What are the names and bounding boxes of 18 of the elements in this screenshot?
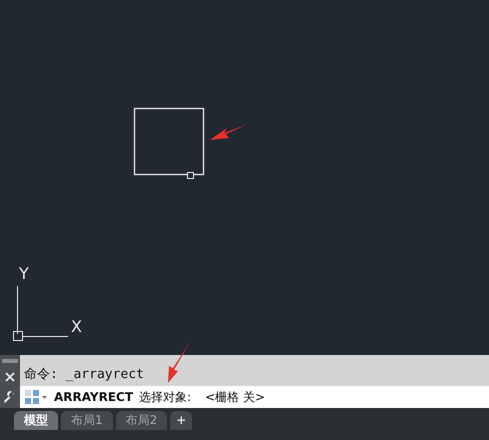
- wrench-icon[interactable]: [3, 391, 17, 405]
- command-history: 命令: _arrayrect: [24, 366, 144, 383]
- layout-tab[interactable]: 模型: [14, 411, 58, 430]
- y-axis-label: Y: [19, 266, 29, 282]
- x-axis-label: X: [71, 319, 82, 335]
- layout-tab[interactable]: 布局2: [116, 411, 168, 430]
- arrow-icon: [210, 124, 248, 140]
- array-icon[interactable]: [24, 389, 48, 405]
- command-input[interactable]: ARRAYRECT 选择对象: <栅格 关>: [20, 386, 489, 408]
- command-prompt: 选择对象:: [139, 388, 192, 406]
- command-option: <栅格 关>: [205, 388, 266, 406]
- add-tab-button[interactable]: +: [170, 411, 192, 430]
- layout-tab[interactable]: 布局1: [61, 411, 113, 430]
- grip-icon[interactable]: [2, 359, 18, 363]
- rectangle-drawing: [134, 108, 204, 179]
- command-name: ARRAYRECT: [54, 390, 134, 404]
- close-icon[interactable]: [5, 372, 15, 382]
- ucs-axis-drawing: [13, 286, 68, 341]
